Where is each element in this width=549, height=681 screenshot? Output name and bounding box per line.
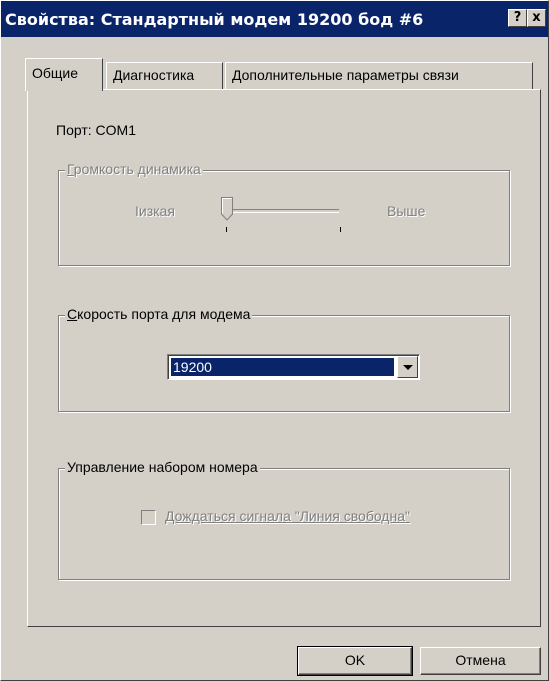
close-icon: x xyxy=(532,10,541,25)
cancel-button[interactable]: Отмена xyxy=(420,647,541,675)
port-speed-selected-value: 19200 xyxy=(171,358,394,376)
dialing-group: Управление набором номера Дождаться сигн… xyxy=(58,459,510,580)
close-button[interactable]: x xyxy=(527,9,546,27)
wait-for-dial-tone-checkbox[interactable] xyxy=(141,510,156,525)
port-speed-dropdown-button[interactable] xyxy=(397,356,418,378)
port-speed-group: Скорость порта для модема 19200 xyxy=(58,306,510,412)
properties-dialog: Свойства: Стандартный модем 19200 бод #6… xyxy=(0,0,549,681)
volume-slider[interactable] xyxy=(209,197,369,237)
tab-panel-general: Порт: COM1 Громкость динамика Iизкая Выш… xyxy=(27,89,541,627)
port-label: Порт: COM1 xyxy=(56,122,136,138)
tab-general[interactable]: Общие xyxy=(25,58,103,91)
tab-advanced-settings-label: Дополнительные параметры связи xyxy=(232,67,459,83)
wait-for-dial-tone-label: Дождаться сигнала "Линия свободна" xyxy=(165,508,410,524)
slider-tick-high xyxy=(340,227,341,232)
chevron-down-icon xyxy=(403,365,413,370)
volume-group: Громкость динамика Iизкая Выше xyxy=(58,161,510,266)
window-title: Свойства: Стандартный модем 19200 бод #6 xyxy=(5,10,424,29)
help-button[interactable]: ? xyxy=(508,9,527,27)
tab-general-label: Общие xyxy=(32,65,79,81)
slider-track xyxy=(227,209,339,213)
tab-diagnostics-label: Диагностика xyxy=(113,67,195,83)
tab-diagnostics[interactable]: Диагностика xyxy=(106,62,223,90)
volume-high-label: Выше xyxy=(387,203,426,219)
slider-thumb[interactable] xyxy=(221,197,233,221)
volume-group-legend: Громкость динамика xyxy=(65,161,203,177)
tab-advanced-settings[interactable]: Дополнительные параметры связи xyxy=(225,62,533,90)
title-bar[interactable]: Свойства: Стандартный модем 19200 бод #6… xyxy=(1,1,548,37)
dialing-group-legend: Управление набором номера xyxy=(65,459,260,475)
ok-button[interactable]: OK xyxy=(297,646,413,676)
slider-tick-low xyxy=(226,227,227,232)
volume-low-label: Iизкая xyxy=(135,203,175,219)
port-value: COM1 xyxy=(95,122,136,138)
port-speed-select[interactable]: 19200 xyxy=(167,354,420,380)
port-speed-group-legend: Скорость порта для модема xyxy=(65,306,253,322)
